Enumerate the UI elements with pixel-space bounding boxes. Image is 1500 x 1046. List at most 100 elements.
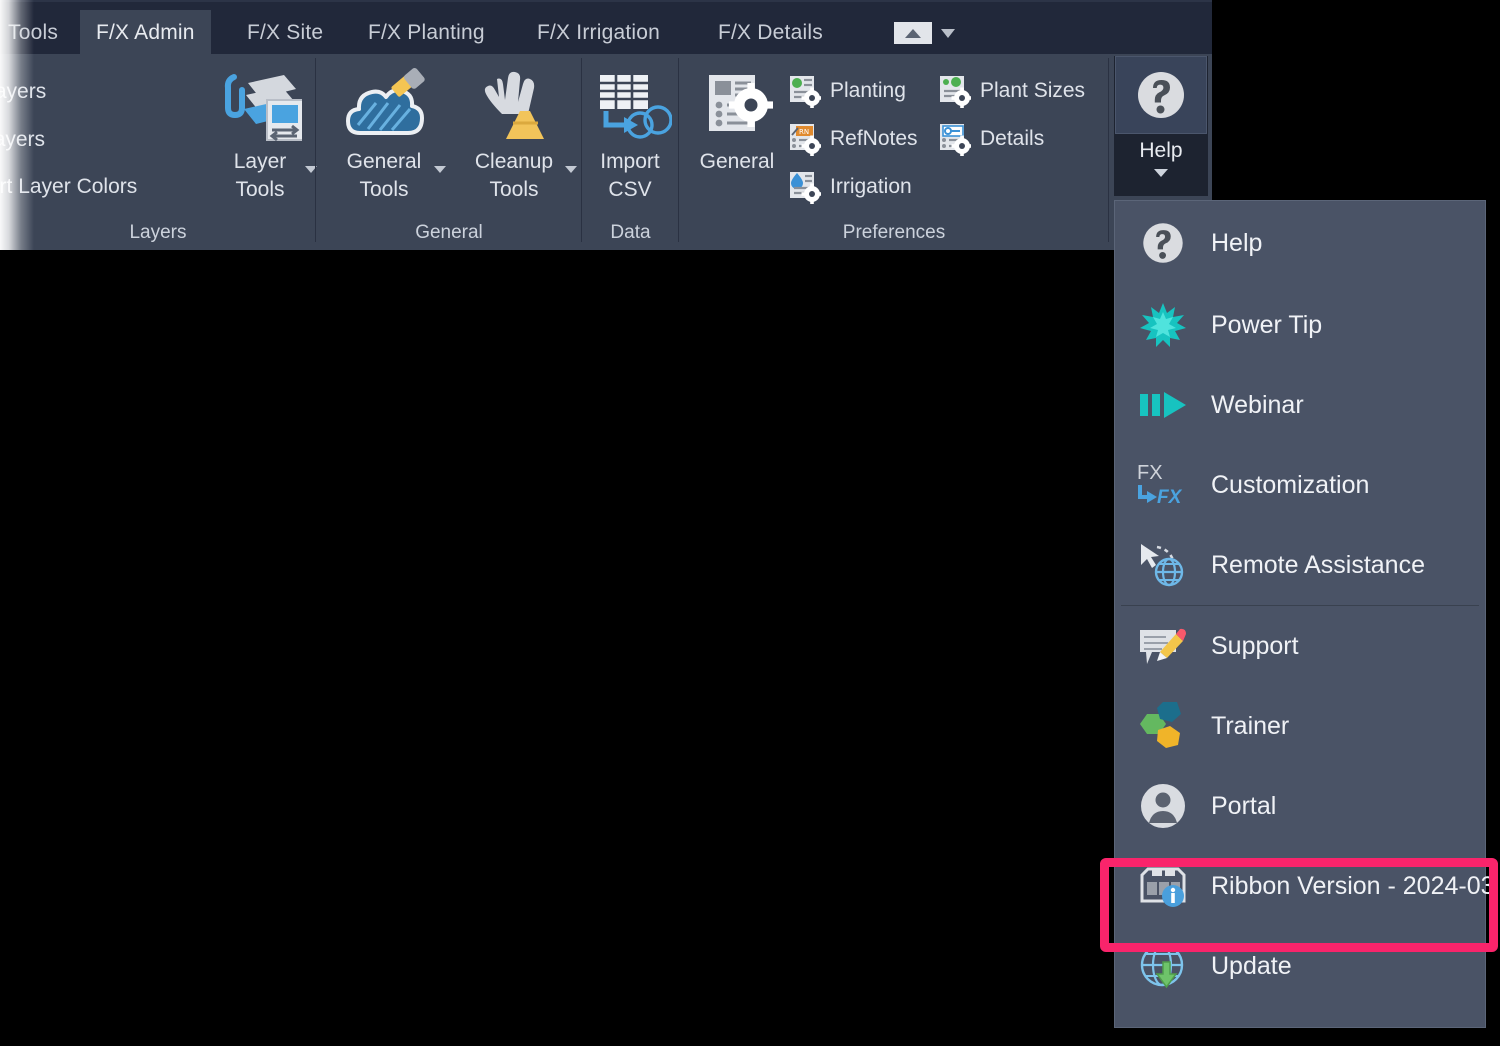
ribbon-tab-strip: Tools F/X Admin F/X Site F/X Planting F/…: [0, 0, 1212, 54]
menu-item-customization[interactable]: FX FX Customization: [1115, 445, 1485, 525]
menu-item-help[interactable]: Help: [1115, 201, 1485, 285]
preferences-general-icon: [695, 64, 779, 148]
panel-divider: [1108, 58, 1109, 242]
preferences-general-button[interactable]: General: [683, 64, 791, 176]
ribbon: Tools F/X Admin F/X Site F/X Planting F/…: [0, 0, 1212, 250]
irrigation-prefs-icon: [787, 170, 821, 204]
menu-item-ribbon-version[interactable]: Ribbon Version - 2024-03: [1115, 846, 1485, 926]
help-question-icon: [1137, 217, 1189, 269]
import-csv-label-1: Import: [576, 148, 684, 176]
general-tools-icon: [342, 64, 426, 148]
tab-fx-irrigation[interactable]: F/X Irrigation: [521, 10, 676, 56]
preferences-general-label: General: [683, 148, 791, 176]
menu-item-label: Remote Assistance: [1211, 551, 1425, 580]
details-prefs-icon: [937, 122, 971, 156]
planting-prefs-icon: [787, 74, 821, 108]
help-button[interactable]: Help: [1114, 56, 1208, 196]
layer-tools-label-1: Layer: [206, 148, 314, 176]
webinar-play-icon: [1137, 379, 1189, 431]
prefs-item-plant-sizes[interactable]: Plant Sizes: [937, 74, 1085, 108]
tab-label: F/X Site: [247, 21, 323, 45]
fx-customization-icon: FX FX: [1137, 459, 1189, 511]
menu-item-update[interactable]: Update: [1115, 926, 1485, 1006]
ribbon-panels: ad Layers ve Layers onvert Layer Colors: [0, 54, 1212, 250]
chevron-down-icon[interactable]: [941, 29, 955, 38]
menu-item-remote-assistance[interactable]: Remote Assistance: [1115, 525, 1485, 605]
menu-item-label: Ribbon Version - 2024-03: [1211, 872, 1495, 901]
panel-preferences-label: Preferences: [679, 222, 1109, 244]
cleanup-tools-label-1: Cleanup: [460, 148, 568, 176]
trainer-hexagons-icon: [1137, 700, 1189, 752]
tab-label: F/X Planting: [368, 21, 485, 45]
tab-fx-planting[interactable]: F/X Planting: [352, 10, 501, 56]
cleanup-tools-label-2: Tools: [460, 176, 568, 204]
menu-item-label: Support: [1211, 632, 1299, 661]
cleanup-tools-icon: [472, 64, 556, 148]
menu-item-power-tip[interactable]: Power Tip: [1115, 285, 1485, 365]
chevron-down-icon[interactable]: [434, 166, 446, 173]
tab-label: Tools: [8, 21, 58, 45]
prefs-label: RefNotes: [830, 127, 918, 151]
help-question-icon[interactable]: [1115, 56, 1207, 134]
panel-general-label: General: [316, 222, 582, 244]
portal-person-icon: [1137, 780, 1189, 832]
layer-tools-button[interactable]: Layer Tools: [206, 64, 314, 204]
panel-data-label: Data: [582, 222, 679, 244]
layers-item-convert-layer-colors[interactable]: onvert Layer Colors: [0, 175, 137, 199]
svg-text:RN: RN: [799, 128, 809, 136]
menu-item-label: Webinar: [1211, 391, 1304, 420]
prefs-item-refnotes[interactable]: RN RefNotes: [787, 122, 918, 156]
panel-data: Import CSV Data: [582, 54, 679, 250]
prefs-item-irrigation[interactable]: Irrigation: [787, 170, 912, 204]
prefs-label: Details: [980, 127, 1044, 151]
panel-layers-label: Layers: [0, 222, 316, 244]
screen: Tools F/X Admin F/X Site F/X Planting F/…: [0, 0, 1500, 1046]
ribbon-collapse-control[interactable]: [894, 22, 955, 44]
menu-item-portal[interactable]: Portal: [1115, 766, 1485, 846]
menu-item-trainer[interactable]: Trainer: [1115, 686, 1485, 766]
import-csv-icon: [588, 64, 672, 148]
panel-general: General Tools Cleanup Tools: [316, 54, 582, 250]
tab-label: F/X Details: [718, 21, 823, 45]
menu-item-label: Trainer: [1211, 712, 1289, 741]
help-dropdown-menu: Help Power Tip Webinar: [1114, 200, 1486, 1028]
tab-tools[interactable]: Tools: [0, 10, 74, 56]
update-globe-icon: [1137, 940, 1189, 992]
prefs-label: Plant Sizes: [980, 79, 1085, 103]
prefs-item-details[interactable]: Details: [937, 122, 1044, 156]
prefs-item-planting[interactable]: Planting: [787, 74, 906, 108]
help-button-label: Help: [1139, 139, 1182, 163]
cleanup-tools-button[interactable]: Cleanup Tools: [460, 64, 568, 204]
import-csv-button[interactable]: Import CSV: [576, 64, 684, 204]
prefs-label: Planting: [830, 79, 906, 103]
panel-layers: ad Layers ve Layers onvert Layer Colors: [0, 54, 316, 250]
item-label: ad Layers: [0, 80, 46, 103]
import-csv-label-2: CSV: [576, 176, 684, 204]
menu-item-label: Power Tip: [1211, 311, 1322, 340]
item-label: ve Layers: [0, 128, 45, 151]
power-tip-star-icon: [1137, 299, 1189, 351]
menu-item-label: Help: [1211, 229, 1262, 258]
menu-item-webinar[interactable]: Webinar: [1115, 365, 1485, 445]
layers-item-load-layers[interactable]: ad Layers: [0, 80, 46, 104]
layer-tools-label-2: Tools: [206, 176, 314, 204]
tab-label: F/X Admin: [96, 21, 195, 45]
tab-label: F/X Irrigation: [537, 21, 660, 45]
menu-item-support[interactable]: Support: [1115, 606, 1485, 686]
panel-preferences: General: [679, 54, 1109, 250]
menu-item-label: Update: [1211, 952, 1292, 981]
prefs-label: Irrigation: [830, 175, 912, 199]
chevron-down-icon[interactable]: [1154, 169, 1168, 177]
collapse-ribbon-icon[interactable]: [894, 22, 932, 44]
tab-fx-site[interactable]: F/X Site: [231, 10, 339, 56]
menu-item-label: Customization: [1211, 471, 1369, 500]
general-tools-button[interactable]: General Tools: [330, 64, 438, 204]
layers-item-save-layers[interactable]: ve Layers: [0, 128, 45, 152]
tab-fx-details[interactable]: F/X Details: [702, 10, 839, 56]
layer-tools-icon: [218, 64, 302, 148]
tab-fx-admin[interactable]: F/X Admin: [80, 10, 211, 56]
refnotes-prefs-icon: RN: [787, 122, 821, 156]
general-tools-label-1: General: [330, 148, 438, 176]
menu-item-label: Portal: [1211, 792, 1276, 821]
svg-text:FX: FX: [1157, 487, 1183, 508]
